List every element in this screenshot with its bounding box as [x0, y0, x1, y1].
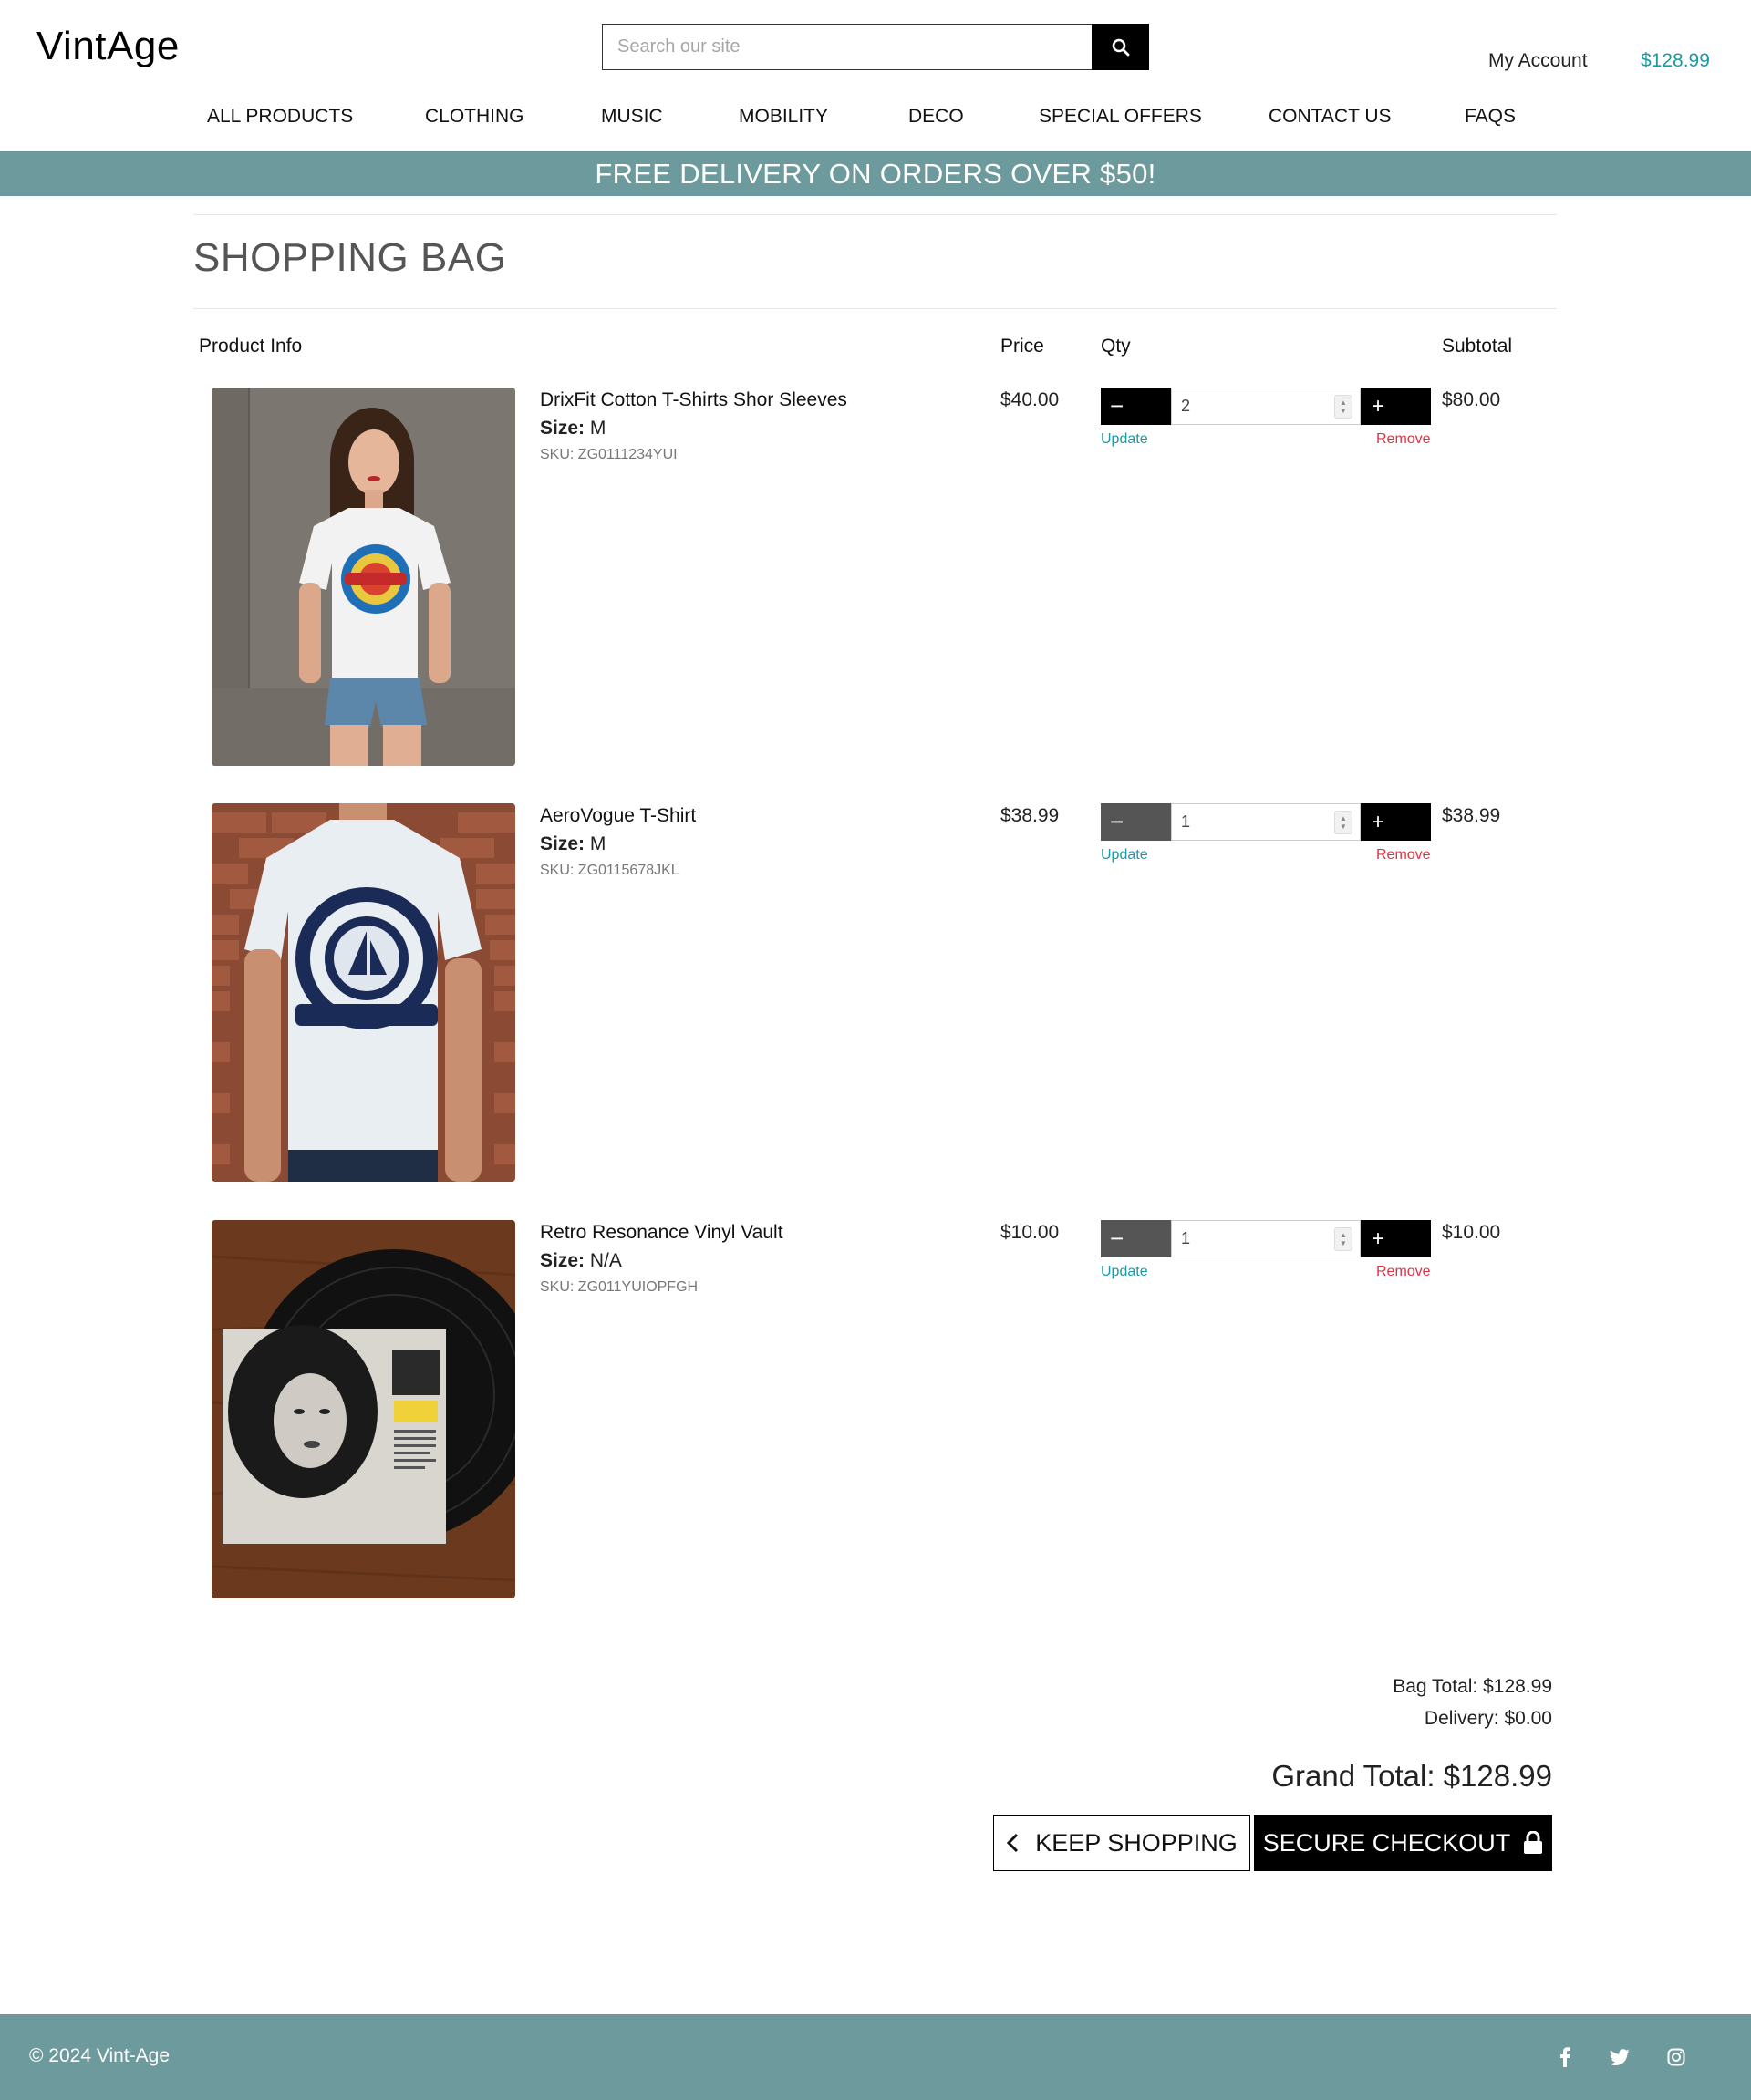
free-delivery-banner: FREE DELIVERY ON ORDERS OVER $50!	[0, 151, 1751, 196]
update-link[interactable]: Update	[1101, 1264, 1148, 1280]
divider	[193, 308, 1557, 309]
twitter-icon[interactable]	[1608, 2045, 1632, 2069]
plus-icon: +	[1372, 1226, 1385, 1251]
qty-value: 1	[1181, 1229, 1191, 1247]
product-price: $40.00	[1000, 389, 1060, 410]
qty-decrement-button[interactable]: −	[1101, 1220, 1171, 1257]
secure-checkout-label: SECURE CHECKOUT	[1262, 1828, 1511, 1857]
plus-icon: +	[1372, 809, 1385, 834]
quantity-stepper: − 2 ▲ ▼ +	[1101, 388, 1431, 425]
minus-icon: −	[1110, 808, 1124, 835]
cart-total-link[interactable]: $128.99	[1641, 50, 1710, 72]
product-name[interactable]: Retro Resonance Vinyl Vault	[540, 1222, 783, 1244]
chevron-left-icon	[1007, 1833, 1019, 1853]
nav-clothing[interactable]: CLOTHING	[425, 106, 524, 128]
qty-increment-button[interactable]: +	[1361, 803, 1431, 841]
product-subtotal: $10.00	[1442, 1222, 1501, 1243]
remove-link[interactable]: Remove	[1376, 431, 1431, 448]
qty-decrement-button[interactable]: −	[1101, 803, 1171, 841]
delivery-total: Delivery: $0.00	[1424, 1708, 1552, 1729]
remove-link[interactable]: Remove	[1376, 847, 1431, 864]
search-input[interactable]	[602, 24, 1092, 70]
spinner-icon[interactable]: ▲ ▼	[1334, 1226, 1352, 1251]
nav-all-products[interactable]: ALL PRODUCTS	[207, 106, 353, 128]
nav-contact-us[interactable]: CONTACT US	[1269, 106, 1392, 128]
product-size: Size: N/A	[540, 1250, 622, 1272]
product-name[interactable]: AeroVogue T-Shirt	[540, 805, 696, 827]
quantity-stepper: − 1 ▲ ▼ +	[1101, 1220, 1431, 1257]
nav-faqs[interactable]: FAQS	[1465, 106, 1516, 128]
col-product-info: Product Info	[199, 336, 303, 357]
copyright-text: © 2024 Vint-Age	[29, 2045, 171, 2066]
product-sku: SKU: ZG011YUIOPFGH	[540, 1279, 699, 1295]
product-subtotal: $80.00	[1442, 389, 1501, 410]
spinner-icon[interactable]: ▲ ▼	[1334, 810, 1352, 834]
qty-value: 2	[1181, 397, 1191, 415]
bag-item: DrixFit Cotton T-Shirts Shor Sleeves Siz…	[0, 388, 1751, 771]
qty-input[interactable]: 1 ▲ ▼	[1171, 803, 1361, 841]
qty-decrement-button[interactable]: −	[1101, 388, 1171, 425]
product-sku: SKU: ZG0111234YUI	[540, 447, 678, 462]
bag-total: Bag Total: $128.99	[1393, 1676, 1552, 1697]
product-size: Size: M	[540, 833, 606, 855]
lock-icon	[1524, 1831, 1543, 1854]
divider	[193, 214, 1557, 215]
product-subtotal: $38.99	[1442, 805, 1501, 826]
search-icon	[1112, 38, 1129, 56]
update-link[interactable]: Update	[1101, 431, 1148, 448]
product-price: $10.00	[1000, 1222, 1060, 1243]
product-image-tshirt-woman[interactable]	[212, 388, 515, 766]
keep-shopping-button[interactable]: KEEP SHOPPING	[993, 1815, 1250, 1871]
product-sku: SKU: ZG0115678JKL	[540, 863, 679, 878]
keep-shopping-label: KEEP SHOPPING	[1035, 1828, 1238, 1857]
grand-total: Grand Total: $128.99	[1271, 1759, 1552, 1793]
size-label: Size:	[540, 1250, 585, 1271]
search-bar	[602, 24, 1149, 70]
qty-increment-button[interactable]: +	[1361, 1220, 1431, 1257]
remove-link[interactable]: Remove	[1376, 1264, 1431, 1280]
secure-checkout-button[interactable]: SECURE CHECKOUT	[1254, 1815, 1552, 1871]
minus-icon: −	[1110, 1225, 1124, 1252]
facebook-icon[interactable]	[1553, 2045, 1577, 2069]
nav-mobility[interactable]: MOBILITY	[739, 106, 828, 128]
size-value: M	[589, 833, 606, 854]
nav-special-offers[interactable]: SPECIAL OFFERS	[1039, 106, 1202, 128]
size-label: Size:	[540, 833, 585, 854]
page-title: SHOPPING BAG	[193, 235, 507, 280]
product-name[interactable]: DrixFit Cotton T-Shirts Shor Sleeves	[540, 389, 847, 411]
bag-item: AeroVogue T-Shirt Size: M SKU: ZG0115678…	[0, 803, 1751, 1186]
plus-icon: +	[1372, 393, 1385, 419]
qty-value: 1	[1181, 812, 1191, 831]
size-label: Size:	[540, 418, 585, 439]
product-image-tshirt-man[interactable]	[212, 803, 515, 1182]
size-value: N/A	[589, 1250, 622, 1271]
nav-deco[interactable]: DECO	[908, 106, 964, 128]
product-image-vinyl-record[interactable]	[212, 1220, 515, 1598]
site-header: VintAge My Account $128.99 ALL PRODUCTS …	[0, 0, 1751, 151]
col-price: Price	[1000, 336, 1044, 357]
size-value: M	[589, 418, 606, 439]
qty-increment-button[interactable]: +	[1361, 388, 1431, 425]
update-link[interactable]: Update	[1101, 847, 1148, 864]
bag-item: Retro Resonance Vinyl Vault Size: N/A SK…	[0, 1220, 1751, 1603]
product-price: $38.99	[1000, 805, 1060, 826]
col-qty: Qty	[1101, 336, 1131, 357]
spinner-icon[interactable]: ▲ ▼	[1334, 394, 1352, 419]
minus-icon: −	[1110, 392, 1124, 419]
quantity-stepper: − 1 ▲ ▼ +	[1101, 803, 1431, 841]
product-size: Size: M	[540, 418, 606, 440]
qty-input[interactable]: 1 ▲ ▼	[1171, 1220, 1361, 1257]
site-footer: © 2024 Vint-Age	[0, 2014, 1751, 2100]
nav-music[interactable]: MUSIC	[601, 106, 663, 128]
qty-input[interactable]: 2 ▲ ▼	[1171, 388, 1361, 425]
instagram-icon[interactable]	[1664, 2045, 1688, 2069]
search-button[interactable]	[1092, 24, 1149, 70]
col-subtotal: Subtotal	[1442, 336, 1513, 357]
my-account-link[interactable]: My Account	[1488, 50, 1588, 72]
site-logo[interactable]: VintAge	[36, 24, 180, 69]
